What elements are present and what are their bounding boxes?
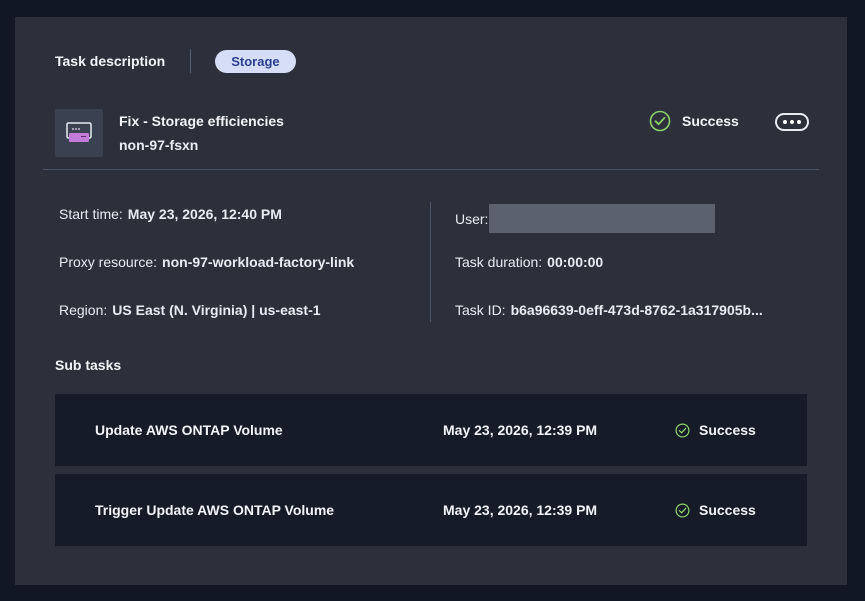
task-header: Task description Storage [55,49,296,73]
task-details-panel: Task description Storage Fix - Storage e… [15,17,847,585]
subtask-time: May 23, 2026, 12:39 PM [443,502,598,518]
header-divider [190,49,192,73]
task-duration-label: Task duration: [455,254,543,270]
task-terminal-icon [66,122,92,142]
more-horizontal-icon [783,120,801,124]
task-status: Success [649,110,739,132]
subtask-row: Update AWS ONTAP Volume May 23, 2026, 12… [55,394,807,466]
task-title: Fix - Storage efficiencies [119,113,284,129]
task-icon-box [55,109,103,157]
more-actions-button[interactable] [775,113,809,131]
proxy-resource-value: non-97-workload-factory-link [162,254,355,270]
task-id-value[interactable]: b6a96639-0eff-473d-8762-1a317905b... [511,302,763,318]
proxy-resource-label: Proxy resource: [59,254,158,270]
subtask-status-label: Success [699,422,756,438]
start-time-detail: Start time: May 23, 2026, 12:40 PM [59,206,282,222]
user-value-redacted [489,204,716,233]
subtask-name: Trigger Update AWS ONTAP Volume [95,502,335,518]
subtask-status: Success [675,502,756,518]
task-id-detail: Task ID: b6a96639-0eff-473d-8762-1a317905… [455,302,763,318]
region-value: US East (N. Virginia) | us-east-1 [112,302,321,318]
start-time-value: May 23, 2026, 12:40 PM [127,206,282,222]
check-circle-icon [675,422,690,438]
subtask-name: Update AWS ONTAP Volume [95,422,283,438]
subtask-status: Success [675,422,756,438]
task-description-label: Task description [55,53,166,69]
task-duration-value: 00:00:00 [547,254,604,270]
region-detail: Region: US East (N. Virginia) | us-east-1 [59,302,321,318]
check-circle-icon [675,502,690,518]
subtask-time: May 23, 2026, 12:39 PM [443,422,598,438]
task-status-label: Success [682,113,739,129]
storage-badge: Storage [215,49,296,73]
subtask-status-label: Success [699,502,756,518]
user-detail: User: [455,204,716,235]
user-label: User: [455,211,489,228]
start-time-label: Start time: [59,206,123,222]
task-duration-detail: Task duration: 00:00:00 [455,254,603,270]
section-divider [43,169,819,170]
region-label: Region: [59,302,108,318]
proxy-resource-detail: Proxy resource: non-97-workload-factory-l… [59,254,354,270]
check-circle-icon [649,110,671,132]
subtasks-heading: Sub tasks [55,357,122,373]
details-column-divider [430,202,431,322]
task-subtitle: non-97-fsxn [119,137,199,153]
subtask-row: Trigger Update AWS ONTAP Volume May 23, … [55,474,807,546]
task-id-label: Task ID: [455,302,506,318]
